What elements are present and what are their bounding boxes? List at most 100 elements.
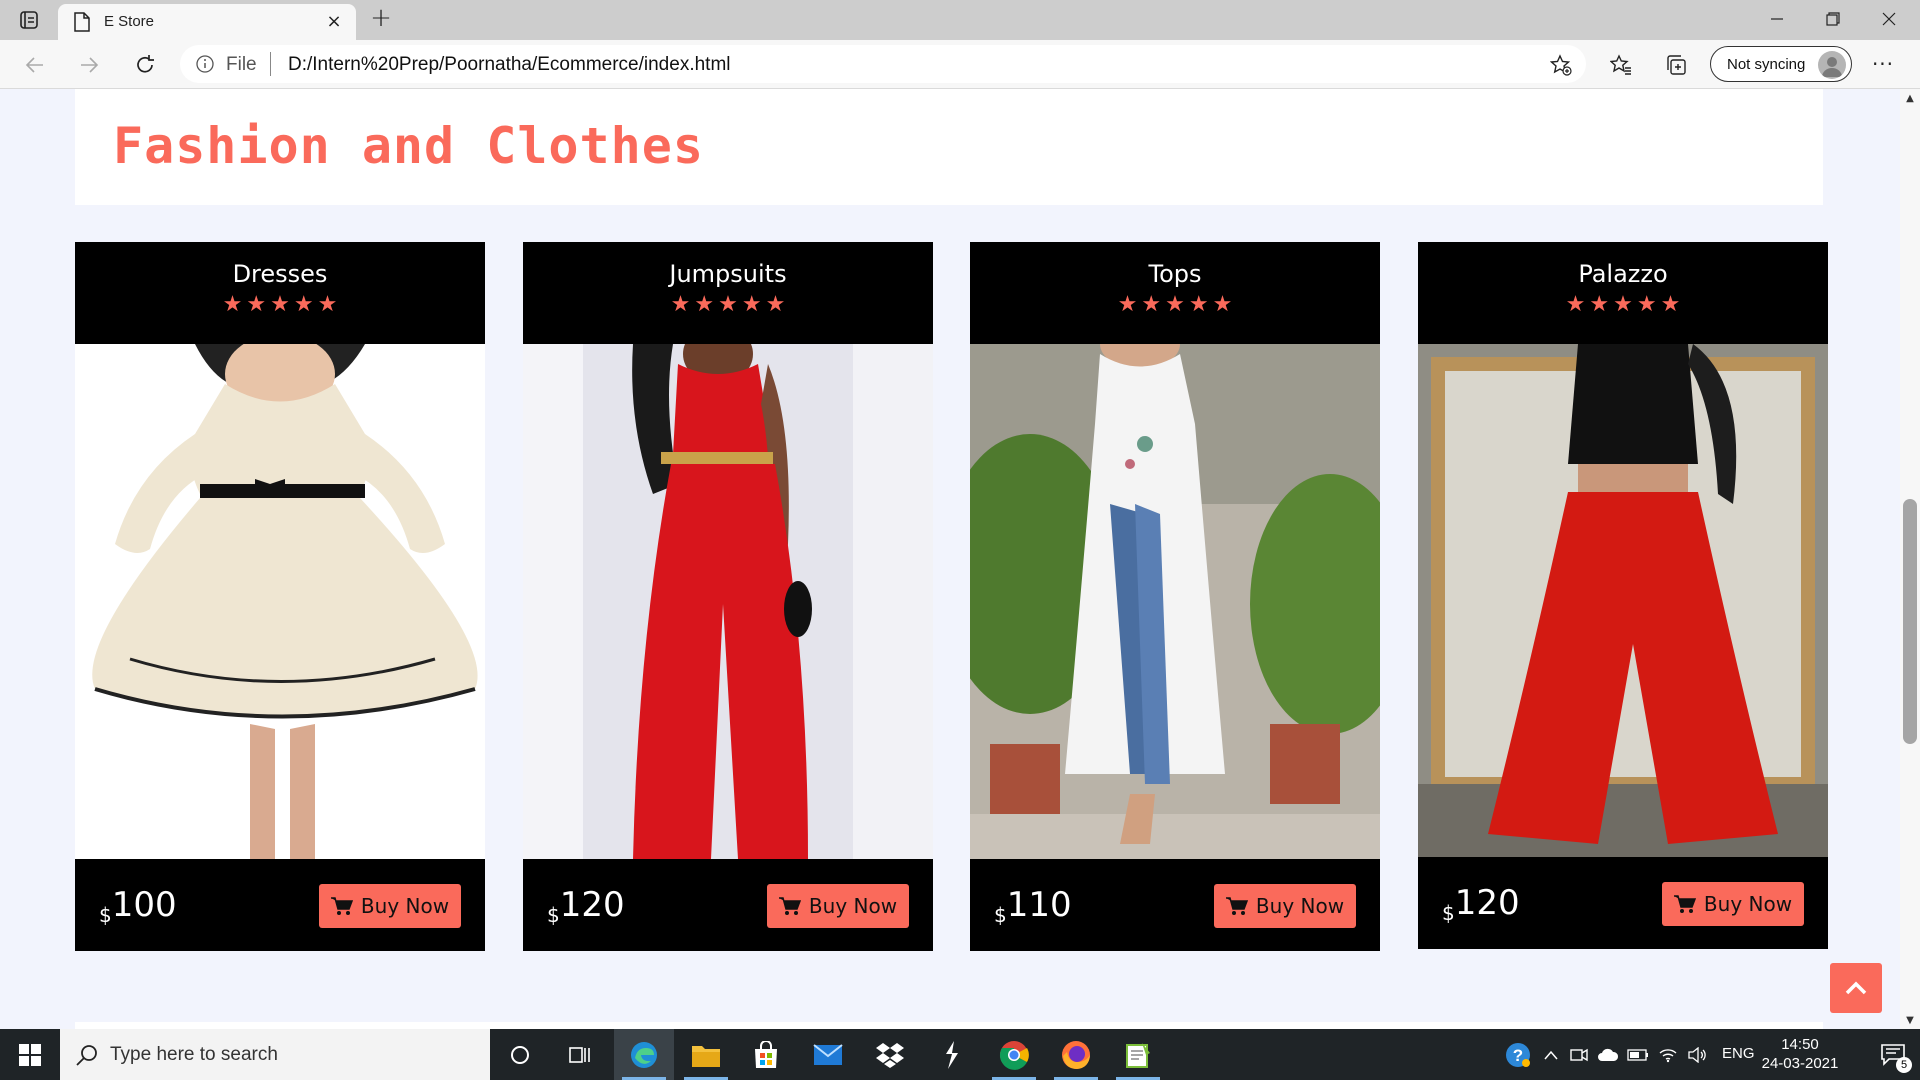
chevron-up-icon[interactable] xyxy=(1538,1029,1564,1080)
product-card-header: Tops ★ ★ ★ ★ ★ xyxy=(970,242,1380,344)
star-icon: ★ xyxy=(293,292,314,317)
page-viewport: Fashion and Clothes Dresses ★ ★ ★ ★ ★ $1… xyxy=(0,89,1900,1029)
star-icon: ★ xyxy=(1165,292,1185,317)
clock-time: 14:50 xyxy=(1781,1036,1819,1053)
star-icon: ★ xyxy=(718,292,738,317)
start-button[interactable] xyxy=(0,1029,60,1080)
tab-actions-icon[interactable] xyxy=(16,8,42,32)
windows-logo-icon xyxy=(19,1043,41,1066)
star-icon: ★ xyxy=(317,292,338,317)
firefox-icon[interactable] xyxy=(1046,1029,1106,1080)
minimize-button[interactable] xyxy=(1754,6,1800,32)
star-icon: ★ xyxy=(765,292,786,317)
cart-icon xyxy=(778,897,801,915)
taskbar-search-input[interactable]: Type here to search xyxy=(60,1029,490,1080)
palazzo-photo xyxy=(1418,344,1828,857)
back-to-top-button[interactable] xyxy=(1830,963,1882,1013)
cart-icon xyxy=(1225,897,1248,915)
language-indicator[interactable]: ENG xyxy=(1722,1045,1755,1062)
mail-icon[interactable] xyxy=(798,1029,858,1080)
scroll-up-icon[interactable]: ▲ xyxy=(1904,93,1916,104)
buy-now-label: Buy Now xyxy=(1255,894,1345,918)
product-card-jumpsuits: Jumpsuits ★ ★ ★ ★ ★ $120 Buy Now xyxy=(523,242,933,951)
refresh-button[interactable] xyxy=(130,50,160,80)
cart-icon xyxy=(330,897,353,915)
edge-taskbar-icon[interactable] xyxy=(614,1029,674,1080)
star-icon: ★ xyxy=(1589,292,1610,317)
jumpsuit-photo xyxy=(523,344,933,859)
close-window-button[interactable] xyxy=(1866,6,1912,32)
star-icon: ★ xyxy=(741,292,762,317)
buy-now-button[interactable]: Buy Now xyxy=(1662,882,1804,926)
sublime-text-icon[interactable] xyxy=(922,1029,982,1080)
favorites-icon[interactable] xyxy=(1607,51,1635,79)
task-view-icon[interactable] xyxy=(550,1029,610,1080)
product-card-tops: Tops ★ ★ ★ ★ ★ $110 Buy Now xyxy=(970,242,1380,951)
product-card-footer: $110 Buy Now xyxy=(970,859,1380,951)
meet-now-icon[interactable] xyxy=(1566,1029,1592,1080)
buy-now-button[interactable]: Buy Now xyxy=(1214,884,1356,928)
browser-tab[interactable]: E Store × xyxy=(58,4,356,40)
page-scrollbar[interactable]: ▲ ▼ xyxy=(1900,89,1920,1029)
buy-now-label: Buy Now xyxy=(360,894,450,918)
star-icon: ★ xyxy=(1565,292,1586,317)
star-icon: ★ xyxy=(1636,292,1657,317)
onedrive-icon[interactable] xyxy=(1594,1029,1622,1080)
next-section-edge xyxy=(75,1022,1823,1029)
url-separator xyxy=(270,52,271,76)
tab-title: E Store xyxy=(104,13,155,30)
help-icon[interactable]: ? xyxy=(1500,1029,1536,1080)
browser-tab-bar: E Store × + xyxy=(0,0,1920,40)
store-icon[interactable] xyxy=(736,1029,796,1080)
section-header: Fashion and Clothes xyxy=(75,89,1823,205)
system-clock[interactable]: 14:50 24-03-2021 xyxy=(1752,1035,1848,1073)
svg-text:?: ? xyxy=(1513,1046,1523,1065)
star-icon: ★ xyxy=(1117,292,1138,317)
section-title: Fashion and Clothes xyxy=(113,117,704,175)
new-tab-button[interactable]: + xyxy=(368,5,394,32)
close-tab-button[interactable]: × xyxy=(324,12,344,32)
product-price: $120 xyxy=(1442,883,1520,925)
chrome-icon[interactable] xyxy=(984,1029,1044,1080)
star-icon: ★ xyxy=(1613,292,1633,317)
wifi-icon[interactable] xyxy=(1654,1029,1682,1080)
profile-sync-button[interactable]: Not syncing xyxy=(1710,46,1852,82)
more-options-button[interactable]: ··· xyxy=(1868,50,1898,80)
restore-button[interactable] xyxy=(1810,6,1856,32)
dress-photo xyxy=(75,344,485,859)
buy-now-button[interactable]: Buy Now xyxy=(767,884,909,928)
collections-icon[interactable] xyxy=(1662,51,1690,79)
url-scheme-label: File xyxy=(226,54,257,75)
notepad-plus-plus-icon[interactable] xyxy=(1108,1029,1168,1080)
url-text[interactable]: D:/Intern%20Prep/Poornatha/Ecommerce/ind… xyxy=(288,54,731,76)
scroll-thumb[interactable] xyxy=(1903,499,1917,744)
product-name: Tops xyxy=(1148,260,1202,288)
document-icon xyxy=(74,12,90,32)
back-button[interactable] xyxy=(20,50,50,80)
file-explorer-icon[interactable] xyxy=(676,1029,736,1080)
star-icon: ★ xyxy=(222,292,243,317)
chevron-up-icon xyxy=(1845,981,1867,995)
star-icon: ★ xyxy=(1188,292,1209,317)
cortana-icon[interactable] xyxy=(490,1029,550,1080)
product-price: $110 xyxy=(994,885,1072,927)
action-center-button[interactable]: 5 xyxy=(1866,1029,1920,1080)
sync-status-label: Not syncing xyxy=(1727,56,1806,73)
dropbox-icon[interactable] xyxy=(860,1029,920,1080)
buy-now-button[interactable]: Buy Now xyxy=(319,884,461,928)
product-card-header: Dresses ★ ★ ★ ★ ★ xyxy=(75,242,485,344)
info-icon[interactable] xyxy=(196,55,214,73)
clock-date: 24-03-2021 xyxy=(1761,1055,1839,1072)
url-input[interactable]: File D:/Intern%20Prep/Poornatha/Ecommerc… xyxy=(180,45,1586,83)
battery-icon[interactable] xyxy=(1624,1029,1652,1080)
add-favorite-icon[interactable] xyxy=(1549,54,1572,76)
product-card-header: Palazzo ★ ★ ★ ★ ★ xyxy=(1418,242,1828,344)
forward-button[interactable] xyxy=(74,50,104,80)
rating-stars: ★ ★ ★ ★ ★ xyxy=(970,294,1380,316)
product-price: $120 xyxy=(547,885,625,927)
buy-now-label: Buy Now xyxy=(1703,892,1793,916)
volume-icon[interactable] xyxy=(1684,1029,1712,1080)
scroll-down-icon[interactable]: ▼ xyxy=(1904,1015,1916,1026)
product-card-footer: $120 Buy Now xyxy=(1418,857,1828,949)
star-icon: ★ xyxy=(1212,292,1233,317)
